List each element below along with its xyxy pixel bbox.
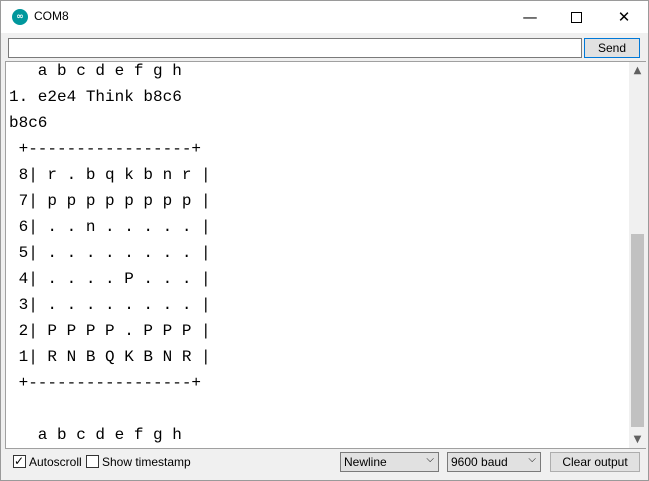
output-line: 6| . . n . . . . . | [9, 218, 211, 236]
bottom-toolbar: ✓ Autoscroll Show timestamp Newline ⌵ 96… [1, 447, 648, 480]
serial-monitor-window: ∞ COM8 — ✕ Send a b c d e f g h 1. e2e4 T… [0, 0, 649, 481]
clear-output-button[interactable]: Clear output [550, 452, 640, 472]
show-timestamp-checkbox[interactable] [86, 455, 99, 468]
output-line: 1. e2e4 Think b8c6 [9, 88, 182, 106]
message-input[interactable] [8, 38, 582, 58]
output-line: 2| P P P P . P P P | [9, 322, 211, 340]
output-line: a b c d e f g h [9, 426, 182, 444]
output-line: b8c6 [9, 114, 48, 132]
output-text: a b c d e f g h 1. e2e4 Think b8c6 b8c6 +-… [6, 62, 630, 448]
chevron-down-icon: ⌵ [528, 454, 536, 465]
output-line: 5| . . . . . . . . | [9, 244, 211, 262]
close-icon: ✕ [617, 8, 631, 26]
output-line: a b c d e f g h [9, 62, 182, 80]
minimize-icon: — [522, 8, 538, 26]
close-button[interactable]: ✕ [601, 1, 647, 33]
serial-output[interactable]: a b c d e f g h 1. e2e4 Think b8c6 b8c6 +-… [5, 61, 631, 449]
output-line: 3| . . . . . . . . | [9, 296, 211, 314]
autoscroll-checkbox[interactable]: ✓ [13, 454, 26, 468]
maximize-icon [570, 12, 582, 23]
line-ending-value: Newline [344, 455, 387, 469]
chevron-down-icon: ⌵ [426, 454, 434, 465]
output-line: 7| p p p p p p p p | [9, 192, 211, 210]
output-line: 4| . . . . P . . . | [9, 270, 211, 288]
title-bar[interactable]: ∞ COM8 — ✕ [1, 1, 648, 33]
scrollbar-thumb[interactable] [631, 234, 644, 427]
scroll-up-icon[interactable]: ▲ [629, 62, 646, 79]
baud-rate-select[interactable]: 9600 baud ⌵ [447, 452, 541, 472]
input-row: Send [1, 33, 648, 61]
window-title: COM8 [34, 9, 69, 23]
show-timestamp-label[interactable]: Show timestamp [102, 455, 191, 469]
minimize-button[interactable]: — [507, 1, 553, 33]
vertical-scrollbar[interactable]: ▲ ▼ [629, 61, 646, 449]
send-button[interactable]: Send [584, 38, 640, 58]
maximize-button[interactable] [553, 1, 599, 33]
output-line: 8| r . b q k b n r | [9, 166, 211, 184]
output-line: 1| R N B Q K B N R | [9, 348, 211, 366]
output-line: +-----------------+ [9, 374, 202, 392]
line-ending-select[interactable]: Newline ⌵ [340, 452, 439, 472]
scroll-down-icon[interactable]: ▼ [629, 431, 646, 448]
autoscroll-label[interactable]: Autoscroll [29, 455, 82, 469]
baud-rate-value: 9600 baud [451, 455, 508, 469]
output-line: +-----------------+ [9, 140, 202, 158]
checkmark-icon: ✓ [14, 454, 25, 468]
arduino-icon: ∞ [12, 9, 28, 25]
